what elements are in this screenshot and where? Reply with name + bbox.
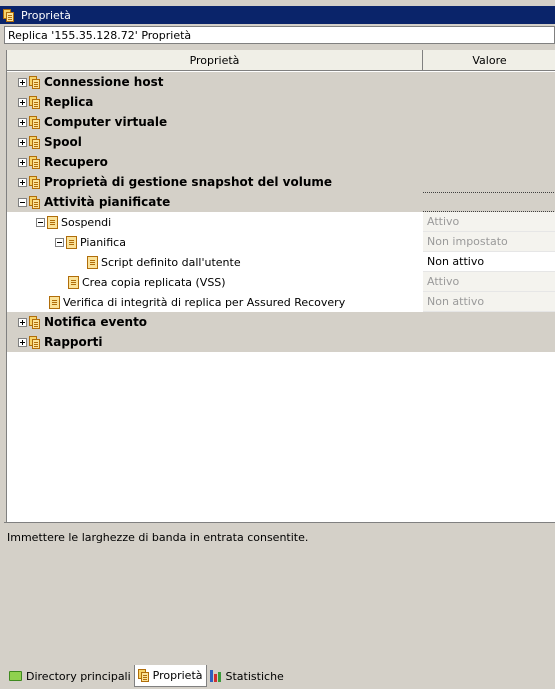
row-value[interactable]: Attivo (423, 272, 555, 292)
chart-icon (209, 670, 223, 682)
property-icon (47, 215, 58, 229)
properties-icon (29, 135, 41, 149)
row-value (423, 72, 555, 92)
row-value[interactable]: Attivo (423, 212, 555, 232)
window-title: Proprietà (21, 8, 71, 22)
row-label: Rapporti (44, 335, 103, 349)
row-label: Recupero (44, 155, 108, 169)
row-label: Script definito dall'utente (101, 255, 241, 269)
row-label: Pianifica (80, 235, 126, 249)
properties-icon (29, 315, 41, 329)
properties-icon (29, 115, 41, 129)
description-text: Immettere le larghezze di banda in entra… (7, 531, 309, 544)
properties-icon (29, 335, 41, 349)
expand-icon[interactable] (18, 117, 27, 127)
expand-icon[interactable] (18, 177, 27, 187)
row-sospendi[interactable]: Sospendi Attivo (7, 212, 555, 232)
expand-icon[interactable] (18, 137, 27, 147)
row-notifica-evento[interactable]: Notifica evento (7, 312, 555, 332)
column-header-value[interactable]: Valore (423, 50, 555, 71)
row-value (423, 332, 555, 352)
row-attivita-pianificate[interactable]: Attività pianificate (7, 192, 555, 212)
expand-icon[interactable] (18, 97, 27, 107)
collapse-icon[interactable] (36, 217, 45, 227)
folder-icon (9, 671, 22, 681)
column-header-property[interactable]: Proprietà (7, 50, 423, 71)
row-pianifica[interactable]: Pianifica Non impostato (7, 232, 555, 252)
tab-statistiche[interactable]: Statistiche (207, 666, 287, 686)
row-rapporti[interactable]: Rapporti (7, 332, 555, 352)
expand-icon[interactable] (18, 157, 27, 167)
property-grid: Proprietà Valore Connessione host Replic… (6, 50, 555, 545)
properties-pane: Replica '155.35.128.72' Proprietà Propri… (0, 24, 555, 665)
expand-icon[interactable] (18, 317, 27, 327)
row-label: Notifica evento (44, 315, 148, 329)
row-copia-vss[interactable]: Crea copia replicata (VSS) Attivo (7, 272, 555, 292)
row-value (423, 312, 555, 332)
property-icon (68, 275, 79, 289)
row-value (423, 152, 555, 172)
row-label: Computer virtuale (44, 115, 168, 129)
grid-rows: Connessione host Replica Computer virtua (7, 72, 555, 352)
row-value[interactable]: Non attivo (423, 252, 555, 272)
property-icon (49, 295, 60, 309)
row-label: Replica (44, 95, 94, 109)
row-recupero[interactable]: Recupero (7, 152, 555, 172)
properties-icon (29, 155, 41, 169)
row-replica[interactable]: Replica (7, 92, 555, 112)
property-icon (87, 255, 98, 269)
bottom-tabs: Directory principali Proprietà Statistic… (0, 665, 555, 689)
row-value[interactable]: Non impostato (423, 232, 555, 252)
row-label: Crea copia replicata (VSS) (82, 275, 226, 289)
row-label: Sospendi (61, 215, 112, 229)
row-value (423, 192, 555, 212)
tab-label: Statistiche (225, 669, 284, 683)
expand-icon[interactable] (18, 77, 27, 87)
properties-icon (29, 195, 41, 209)
row-assured-recovery[interactable]: Verifica di integrità di replica per Ass… (7, 292, 555, 312)
properties-icon (137, 669, 150, 682)
row-label: Verifica di integrità di replica per Ass… (63, 295, 346, 309)
tab-label: Proprietà (152, 669, 203, 682)
grid-header: Proprietà Valore (7, 50, 555, 71)
description-panel: Immettere le larghezze di banda in entra… (4, 522, 555, 665)
window-titlebar: Proprietà (0, 6, 555, 24)
row-spool[interactable]: Spool (7, 132, 555, 152)
row-label: Attività pianificate (44, 195, 171, 209)
row-snapshot-volume[interactable]: Proprietà di gestione snapshot del volum… (7, 172, 555, 192)
row-value (423, 132, 555, 152)
row-computer-virtuale[interactable]: Computer virtuale (7, 112, 555, 132)
property-icon (66, 235, 77, 249)
row-value[interactable]: Non attivo (423, 292, 555, 312)
properties-icon (3, 8, 15, 22)
row-label: Spool (44, 135, 82, 149)
tab-directory-principali[interactable]: Directory principali (6, 666, 134, 686)
expand-icon[interactable] (18, 337, 27, 347)
tab-label: Directory principali (26, 669, 131, 683)
row-label: Proprietà di gestione snapshot del volum… (44, 175, 333, 189)
row-label: Connessione host (44, 75, 164, 89)
row-script-utente[interactable]: Script definito dall'utente Non attivo (7, 252, 555, 272)
row-value (423, 172, 555, 192)
tab-proprieta[interactable]: Proprietà (133, 665, 207, 687)
row-value (423, 112, 555, 132)
properties-icon (29, 75, 41, 89)
row-value (423, 92, 555, 112)
collapse-icon[interactable] (18, 197, 27, 207)
properties-icon (29, 95, 41, 109)
scenario-path: Replica '155.35.128.72' Proprietà (4, 26, 555, 44)
collapse-icon[interactable] (55, 237, 64, 247)
properties-icon (29, 175, 41, 189)
row-connessione-host[interactable]: Connessione host (7, 72, 555, 92)
